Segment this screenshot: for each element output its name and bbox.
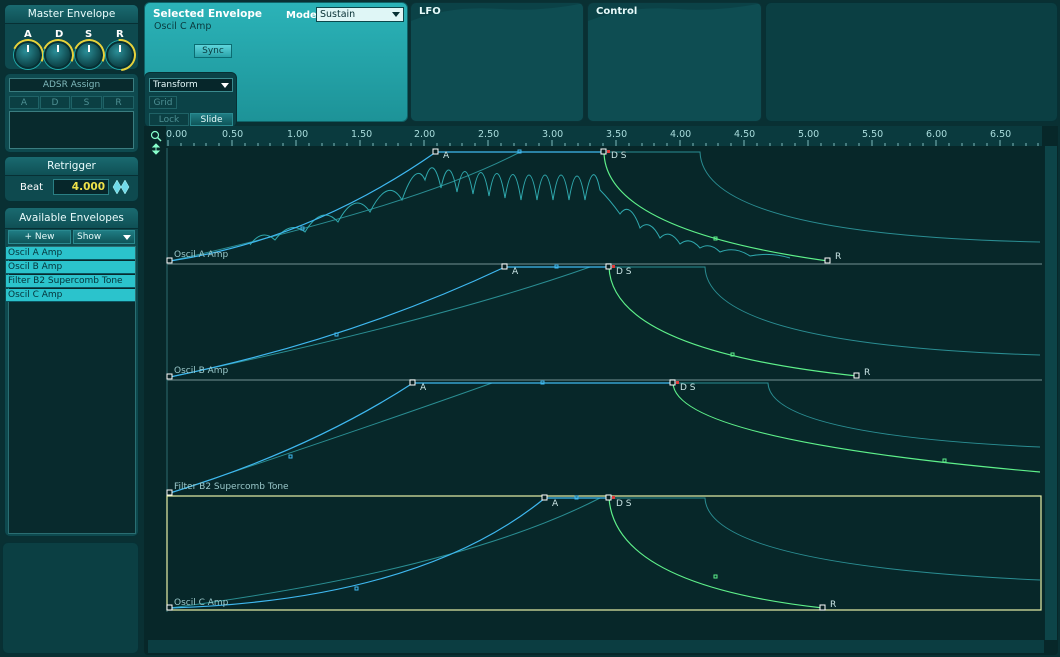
release-knob[interactable] xyxy=(97,32,143,78)
adsr-assign-list[interactable] xyxy=(9,111,134,149)
mode-label: Mode xyxy=(286,10,317,21)
master-envelope-panel: Master Envelope A D S R xyxy=(4,4,143,78)
chevron-down-icon xyxy=(392,12,400,17)
selected-envelope-title: Selected Envelope xyxy=(153,8,263,20)
mode-dropdown[interactable]: Sustain xyxy=(316,7,404,22)
ruler-tick: 1.00 xyxy=(287,129,309,140)
beat-label: Beat xyxy=(20,182,44,193)
adsr-slot-d[interactable]: D xyxy=(40,96,70,109)
lfo-tab-bg xyxy=(411,3,583,121)
slide-button[interactable]: Slide xyxy=(190,113,233,126)
ruler-tick: 2.50 xyxy=(478,129,500,140)
attack-knob[interactable] xyxy=(7,34,49,76)
ruler-tick: 6.00 xyxy=(926,129,948,140)
ruler-tick: 4.00 xyxy=(670,129,692,140)
sync-button[interactable]: Sync xyxy=(194,44,232,58)
show-dropdown[interactable]: Show xyxy=(73,230,135,244)
ruler-tick: 0.00 xyxy=(166,129,188,140)
ruler-tick: 4.50 xyxy=(734,129,756,140)
adsr-slot-s[interactable]: S xyxy=(71,96,102,109)
lfo-tab[interactable]: LFO xyxy=(410,2,584,122)
new-envelope-button[interactable]: + New xyxy=(8,230,71,244)
control-tab[interactable]: Control xyxy=(587,2,762,122)
adsr-slot-a[interactable]: A xyxy=(9,96,39,109)
ruler-tick: 3.50 xyxy=(606,129,628,140)
ruler-tick: 6.50 xyxy=(990,129,1012,140)
retrigger-panel: Retrigger Beat 4.000 xyxy=(4,156,139,202)
lock-button[interactable]: Lock xyxy=(149,113,189,126)
adsr-assign-title: ADSR Assign xyxy=(9,78,134,92)
control-tab-label: Control xyxy=(596,6,638,17)
chevron-down-icon xyxy=(221,83,229,88)
vertical-resize-icon[interactable] xyxy=(151,143,161,158)
decay-knob[interactable] xyxy=(37,34,79,76)
control-tab-bg xyxy=(588,3,761,121)
master-envelope-title: Master Envelope xyxy=(5,5,138,24)
bottom-left-panel xyxy=(2,542,139,654)
selected-envelope-name: Oscil C Amp xyxy=(154,21,212,32)
transform-dropdown-label: Transform xyxy=(153,80,198,90)
mode-dropdown-value: Sustain xyxy=(320,9,356,20)
envelope-editor[interactable] xyxy=(144,126,1058,655)
beat-value-field[interactable]: 4.000 xyxy=(53,179,109,195)
envelope-list-item[interactable]: Oscil A Amp xyxy=(6,247,135,260)
grid-button[interactable]: Grid xyxy=(149,96,177,109)
beat-stepper-icon[interactable] xyxy=(112,179,130,195)
envelope-list-item[interactable]: Oscil C Amp xyxy=(6,289,135,302)
sustain-knob[interactable] xyxy=(68,34,110,76)
ruler-tick: 1.50 xyxy=(351,129,373,140)
retrigger-title: Retrigger xyxy=(5,157,138,176)
ruler-tick: 5.00 xyxy=(798,129,820,140)
available-envelopes-title: Available Envelopes xyxy=(5,208,138,229)
top-right-empty-panel xyxy=(765,2,1058,122)
ruler-tick: 3.00 xyxy=(542,129,564,140)
transform-dropdown[interactable]: Transform xyxy=(149,78,233,92)
envelope-list-item[interactable]: Filter B2 Supercomb Tone xyxy=(6,275,135,288)
lfo-tab-label: LFO xyxy=(419,6,441,17)
show-dropdown-label: Show xyxy=(77,232,102,242)
horizontal-scrollbar[interactable] xyxy=(148,640,1044,653)
ruler-tick: 2.00 xyxy=(414,129,436,140)
transform-panel: Transform Grid Lock Slide xyxy=(144,72,237,128)
ruler-tick: 0.50 xyxy=(222,129,244,140)
ruler-tick: 5.50 xyxy=(862,129,884,140)
chevron-down-icon xyxy=(123,235,131,240)
vertical-scrollbar[interactable] xyxy=(1044,146,1057,640)
adsr-assign-panel: ADSR Assign A D S R xyxy=(4,73,139,153)
envelope-list-item[interactable]: Oscil B Amp xyxy=(6,261,135,274)
adsr-slot-r[interactable]: R xyxy=(103,96,134,109)
